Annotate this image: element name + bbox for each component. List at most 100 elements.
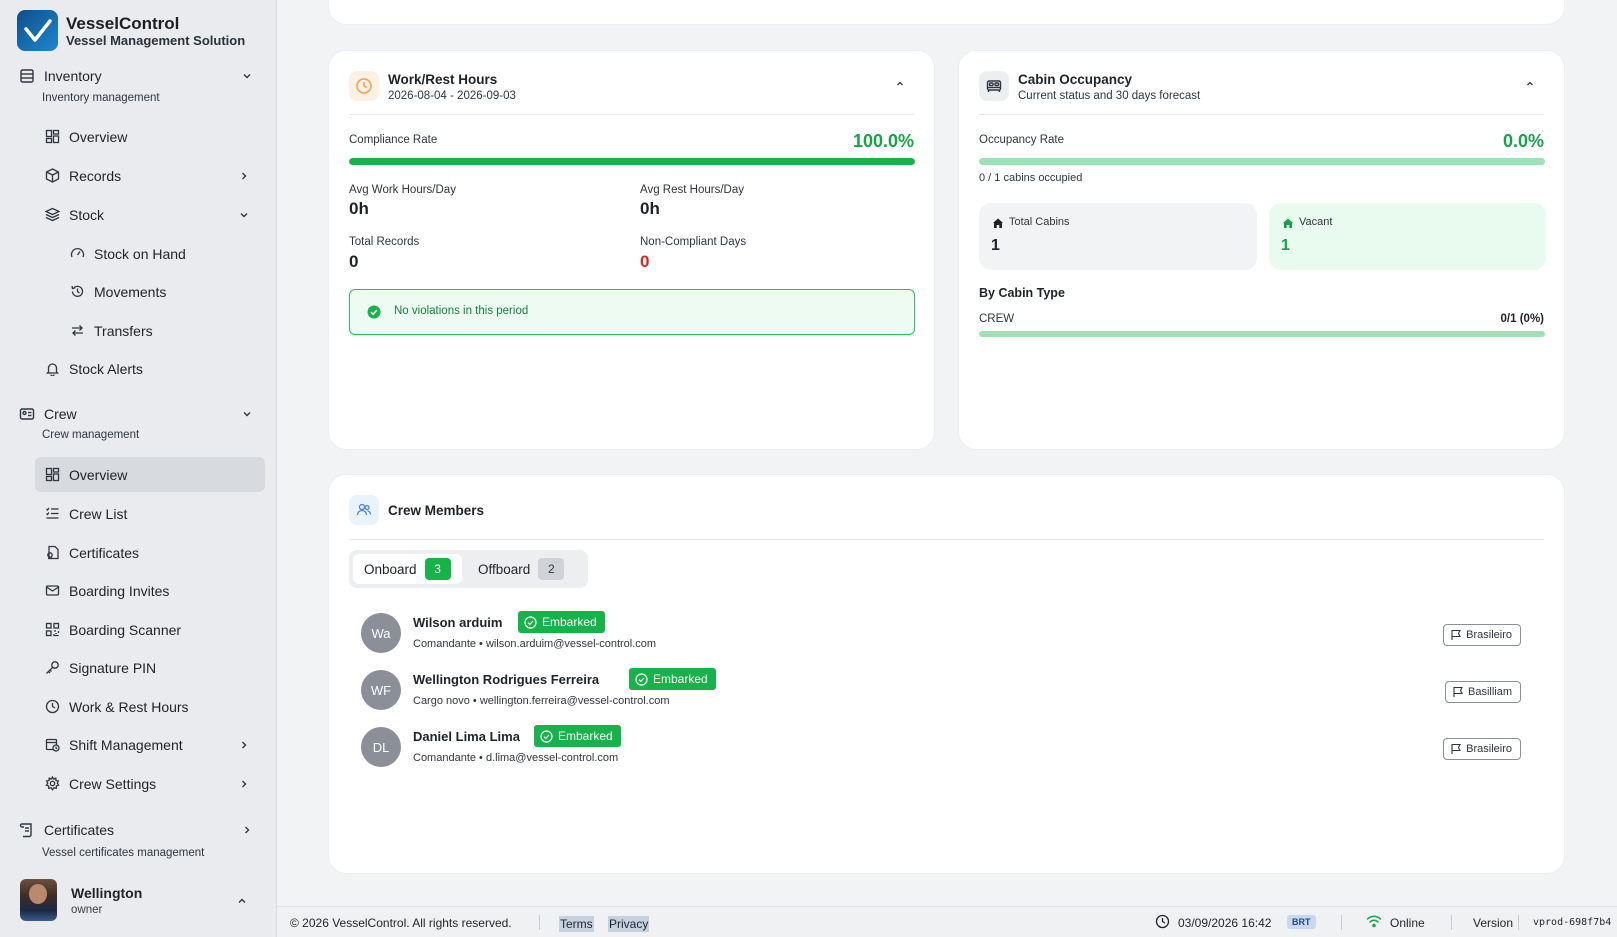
member-name: Wilson arduim bbox=[413, 615, 503, 630]
user-menu[interactable]: Wellington owner bbox=[20, 876, 265, 924]
chevron-down-icon[interactable] bbox=[241, 69, 253, 87]
sidebar-item-crew-overview[interactable]: Overview bbox=[35, 457, 265, 492]
sidebar-item-shift-management[interactable]: Shift Management bbox=[35, 727, 265, 762]
cabin-title: Cabin Occupancy bbox=[1018, 72, 1133, 87]
sidebar-item-movements[interactable]: Movements bbox=[60, 274, 265, 309]
sidebar-item-label: Shift Management bbox=[69, 736, 183, 753]
tab-onboard[interactable]: Onboard 3 bbox=[353, 554, 462, 584]
home-icon bbox=[1282, 216, 1294, 234]
sidebar-item-label: Work & Rest Hours bbox=[69, 698, 189, 715]
sidebar-item-boarding-scanner[interactable]: Boarding Scanner bbox=[35, 612, 265, 647]
cabin-subtitle: Current status and 30 days forecast bbox=[1018, 90, 1201, 102]
nav-section-crew[interactable]: Crew bbox=[17, 404, 261, 424]
divider bbox=[539, 915, 540, 930]
brand[interactable]: VesselControl Vessel Management Solution bbox=[17, 10, 245, 51]
cabin-occupancy-card: Cabin Occupancy Current status and 30 da… bbox=[958, 50, 1565, 450]
sidebar-item-records[interactable]: Records bbox=[35, 158, 265, 193]
nationality-label: Basilliam bbox=[1467, 686, 1512, 698]
total-records-label: Total Records bbox=[349, 236, 420, 248]
compliance-progress-bar bbox=[349, 158, 915, 165]
avatar: Wa bbox=[361, 613, 401, 653]
divider bbox=[1451, 915, 1452, 930]
chevron-up-icon[interactable] bbox=[894, 77, 906, 95]
work-rest-card: Work/Rest Hours 2026-08-04 - 2026-09-03 … bbox=[328, 50, 935, 450]
sidebar-item-transfers[interactable]: Transfers bbox=[60, 313, 265, 348]
crew-members-card: Crew Members Onboard 3 Offboard 2 Wa Wil… bbox=[328, 474, 1565, 874]
user-role: owner bbox=[71, 903, 103, 916]
sidebar-item-label: Transfers bbox=[94, 322, 153, 339]
avg-work-label: Avg Work Hours/Day bbox=[349, 184, 456, 196]
inventory-subtitle: Inventory management bbox=[42, 92, 160, 104]
sidebar-item-label: Crew List bbox=[69, 505, 128, 522]
footer: © 2026 VesselControl. All rights reserve… bbox=[277, 906, 1617, 937]
sidebar-item-label: Crew Settings bbox=[69, 775, 157, 792]
sidebar: VesselControl Vessel Management Solution… bbox=[0, 0, 277, 937]
sidebar-item-stock-alerts[interactable]: Stock Alerts bbox=[35, 351, 265, 386]
nav-section-inventory[interactable]: Inventory bbox=[17, 66, 261, 86]
status-badge: Embarked bbox=[629, 668, 716, 690]
nationality-button[interactable]: Brasileiro bbox=[1443, 624, 1521, 646]
member-name: Wellington Rodrigues Ferreira bbox=[413, 672, 600, 687]
compliance-value: 100.0% bbox=[852, 131, 914, 151]
non-compliant-value: 0 bbox=[640, 252, 650, 271]
total-cabins-stat: Total Cabins 1 bbox=[979, 203, 1257, 270]
compliance-progress-fill bbox=[349, 158, 915, 165]
tab-count-badge: 3 bbox=[424, 558, 451, 580]
mail-icon bbox=[43, 582, 61, 600]
total-cabins-value: 1 bbox=[991, 237, 1000, 254]
crew-tabs: Onboard 3 Offboard 2 bbox=[349, 550, 588, 588]
sidebar-item-stock[interactable]: Stock bbox=[35, 197, 265, 232]
clock-icon bbox=[1155, 914, 1170, 932]
key-icon bbox=[43, 659, 61, 677]
privacy-link[interactable]: Privacy bbox=[608, 916, 650, 932]
version-label: Version bbox=[1473, 916, 1514, 930]
sidebar-item-label: Boarding Scanner bbox=[69, 621, 182, 638]
sidebar-item-inventory-overview[interactable]: Overview bbox=[35, 119, 265, 154]
sidebar-item-stock-on-hand[interactable]: Stock on Hand bbox=[60, 236, 265, 271]
member-detail: Comandante • d.lima@vessel-control.com bbox=[413, 752, 619, 764]
nationality-button[interactable]: Basilliam bbox=[1444, 681, 1521, 703]
sidebar-item-crew-certificates[interactable]: Certificates bbox=[35, 535, 265, 570]
flag-icon bbox=[1450, 743, 1462, 755]
sidebar-item-crew-list[interactable]: Crew List bbox=[35, 496, 265, 531]
terms-link[interactable]: Terms bbox=[559, 916, 594, 932]
crew-member-row[interactable]: Wa Wilson arduim Embarked Comandante • w… bbox=[361, 611, 1521, 655]
nationality-button[interactable]: Brasileiro bbox=[1443, 738, 1521, 760]
sidebar-item-signature-pin[interactable]: Signature PIN bbox=[35, 650, 265, 685]
nav-section-label: Crew bbox=[44, 406, 77, 422]
bed-icon bbox=[979, 71, 1009, 101]
divider bbox=[1341, 915, 1342, 930]
chevron-up-icon[interactable] bbox=[1524, 77, 1536, 95]
sidebar-item-label: Stock bbox=[69, 206, 105, 223]
member-name: Daniel Lima Lima bbox=[413, 729, 520, 744]
crew-member-row[interactable]: WF Wellington Rodrigues Ferreira Embarke… bbox=[361, 668, 1521, 712]
work-rest-period: 2026-08-04 - 2026-09-03 bbox=[388, 90, 516, 102]
member-detail: Cargo novo • wellington.ferreira@vessel-… bbox=[413, 695, 670, 707]
avatar bbox=[20, 879, 57, 921]
sidebar-item-label: Signature PIN bbox=[69, 659, 157, 676]
sidebar-item-crew-settings[interactable]: Crew Settings bbox=[35, 766, 265, 801]
sidebar-item-boarding-invites[interactable]: Boarding Invites bbox=[35, 573, 265, 608]
no-violations-alert: No violations in this period bbox=[349, 289, 915, 335]
divider bbox=[1518, 915, 1519, 930]
home-icon bbox=[992, 216, 1004, 234]
crew-member-row[interactable]: DL Daniel Lima Lima Embarked Comandante … bbox=[361, 725, 1521, 769]
no-violations-text: No violations in this period bbox=[394, 305, 529, 317]
avg-work-value: 0h bbox=[349, 199, 369, 218]
tab-offboard[interactable]: Offboard 2 bbox=[467, 554, 575, 584]
transfer-arrows-icon bbox=[68, 322, 86, 340]
chevron-right-icon[interactable] bbox=[241, 823, 253, 841]
nav-section-certificates[interactable]: Certificates bbox=[17, 820, 261, 840]
status-badge-label: Embarked bbox=[542, 615, 597, 629]
inventory-icon bbox=[17, 66, 37, 86]
layers-icon bbox=[43, 206, 61, 224]
user-name: Wellington bbox=[71, 884, 143, 901]
clock-icon bbox=[43, 698, 61, 716]
crew-members-header: Crew Members bbox=[349, 495, 1544, 540]
occupancy-value: 0.0% bbox=[1502, 131, 1544, 151]
chevron-down-icon[interactable] bbox=[241, 407, 253, 425]
status-badge-label: Embarked bbox=[653, 672, 708, 686]
sidebar-item-label: Overview bbox=[69, 466, 128, 483]
list-check-icon bbox=[43, 505, 61, 523]
sidebar-item-work-rest-hours[interactable]: Work & Rest Hours bbox=[35, 689, 265, 724]
